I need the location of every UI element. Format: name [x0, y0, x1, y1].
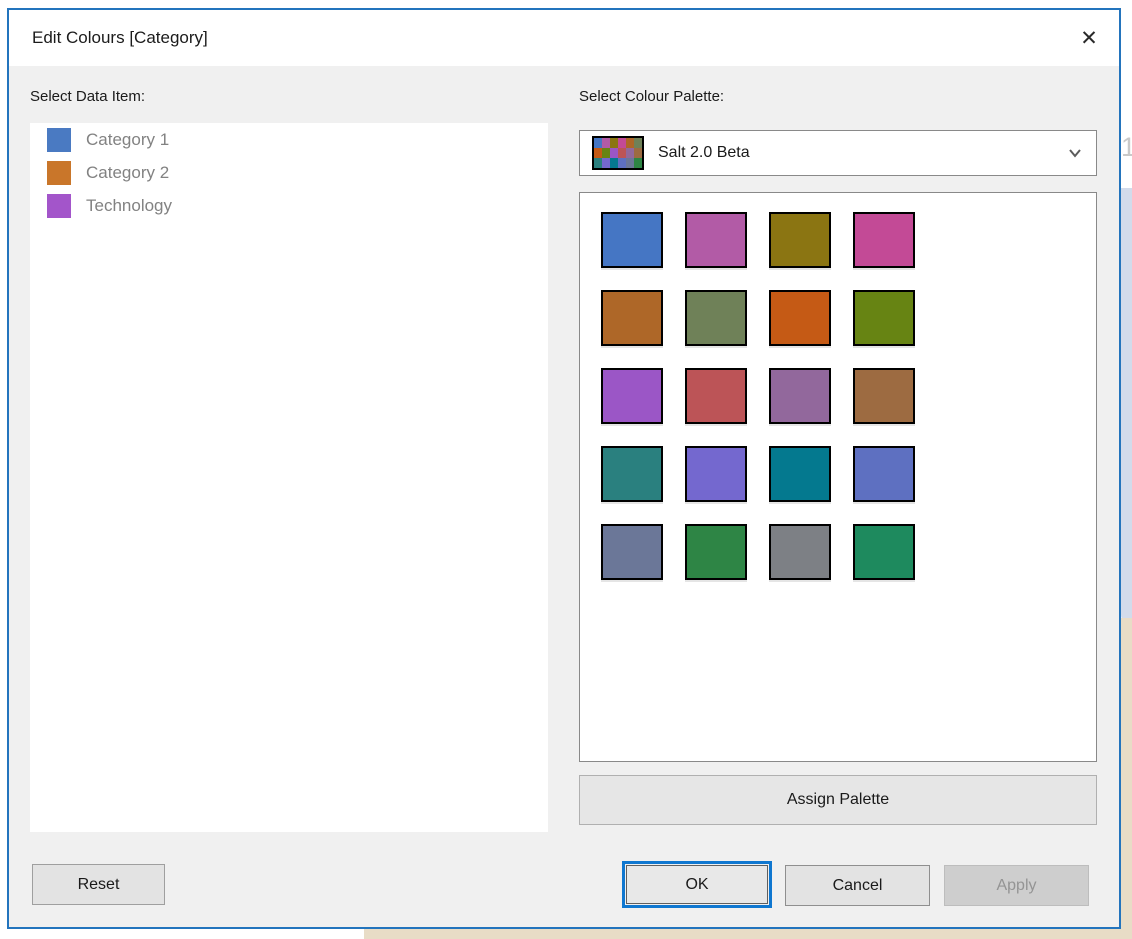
data-item-label: Category 1: [86, 130, 169, 150]
palette-swatch[interactable]: [601, 524, 663, 580]
palette-swatch[interactable]: [685, 368, 747, 424]
reset-button[interactable]: Reset: [32, 864, 165, 905]
select-colour-palette-label: Select Colour Palette:: [579, 88, 724, 105]
dialog-title: Edit Colours [Category]: [32, 28, 208, 48]
background-partial-text: 1: [1121, 132, 1132, 166]
palette-swatch[interactable]: [769, 212, 831, 268]
ok-button-focus-ring: OK: [622, 861, 772, 908]
palette-swatch[interactable]: [685, 212, 747, 268]
palette-swatch[interactable]: [769, 368, 831, 424]
background-chart-area: [1121, 188, 1132, 625]
select-data-item-label: Select Data Item:: [30, 88, 145, 105]
assign-palette-button[interactable]: Assign Palette: [579, 775, 1097, 825]
background-tan-area-bottom: [364, 929, 1132, 939]
apply-button: Apply: [944, 865, 1089, 906]
chevron-down-icon: [1066, 144, 1084, 162]
palette-swatch[interactable]: [769, 290, 831, 346]
palette-swatch-panel: [579, 192, 1097, 762]
data-item-row[interactable]: Category 1: [30, 123, 548, 156]
palette-swatch[interactable]: [853, 446, 915, 502]
background-tan-area-right: [1121, 618, 1132, 939]
close-icon[interactable]: ✕: [1067, 18, 1111, 58]
palette-swatch[interactable]: [685, 290, 747, 346]
data-item-color-chip: [47, 128, 71, 152]
ok-button[interactable]: OK: [626, 865, 768, 904]
cancel-button[interactable]: Cancel: [785, 865, 930, 906]
palette-swatch[interactable]: [601, 368, 663, 424]
palette-swatch[interactable]: [685, 446, 747, 502]
palette-thumbnail-icon: [592, 136, 644, 170]
palette-swatch-grid: [601, 212, 915, 580]
palette-swatch[interactable]: [769, 446, 831, 502]
data-item-row[interactable]: Technology: [30, 189, 548, 222]
edit-colours-dialog: Edit Colours [Category] ✕ Select Data It…: [7, 8, 1121, 929]
palette-swatch[interactable]: [601, 290, 663, 346]
palette-swatch[interactable]: [601, 212, 663, 268]
data-item-listbox: Category 1 Category 2 Technology: [30, 123, 548, 832]
dropdown-selected-value: Salt 2.0 Beta: [658, 144, 1066, 162]
palette-swatch[interactable]: [853, 524, 915, 580]
data-item-row[interactable]: Category 2: [30, 156, 548, 189]
palette-swatch[interactable]: [601, 446, 663, 502]
palette-swatch[interactable]: [685, 524, 747, 580]
colour-palette-dropdown[interactable]: Salt 2.0 Beta: [579, 130, 1097, 176]
data-item-label: Category 2: [86, 163, 169, 183]
palette-swatch[interactable]: [853, 368, 915, 424]
data-item-color-chip: [47, 161, 71, 185]
palette-swatch[interactable]: [853, 212, 915, 268]
data-item-color-chip: [47, 194, 71, 218]
data-item-label: Technology: [86, 196, 172, 216]
dialog-titlebar: Edit Colours [Category] ✕: [9, 10, 1119, 66]
palette-swatch[interactable]: [853, 290, 915, 346]
palette-swatch[interactable]: [769, 524, 831, 580]
